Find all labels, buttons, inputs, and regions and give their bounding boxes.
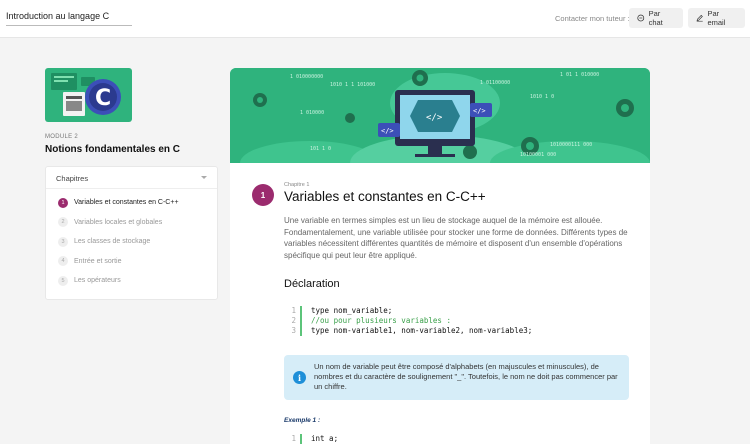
chevron-down-icon[interactable] <box>201 176 207 179</box>
chapter-item-5[interactable]: 5 Les opérateurs <box>46 271 217 291</box>
binary-text: 101 1 0 <box>310 146 331 152</box>
code-block: 1 int a; <box>284 434 338 444</box>
chapter-number: 4 <box>58 256 68 267</box>
code-line: 3 type nom-variable1, nom-variable2, nom… <box>284 326 532 336</box>
intro-paragraph: Une variable en termes simples est un li… <box>284 216 628 261</box>
chapter-item-3[interactable]: 3 Les classes de stockage <box>46 232 217 252</box>
binary-text: 1010 1 0 <box>530 94 554 100</box>
contact-tutor-label: Contacter mon tuteur : <box>555 14 630 23</box>
pencil-icon <box>696 14 703 22</box>
binary-text: 1010 1 1 101000 <box>330 82 375 88</box>
chapter-number: 2 <box>58 217 68 228</box>
code-line: 1 type nom_variable; <box>284 306 532 316</box>
course-title[interactable]: Introduction au langage C <box>6 11 132 26</box>
chapter-label: Les classes de stockage <box>74 238 151 246</box>
chat-icon <box>637 14 645 22</box>
chapters-dropdown[interactable]: Chapitres <box>46 167 217 189</box>
email-button[interactable]: Par email <box>688 8 745 28</box>
line-number: 1 <box>291 434 296 443</box>
code-line: 2 //ou pour plusieurs variables : <box>284 316 532 326</box>
code-block: 1 type nom_variable; 2 //ou pour plusieu… <box>284 306 532 336</box>
info-icon: i <box>293 371 306 384</box>
binary-text: 1 01 1 010000 <box>560 72 599 78</box>
code-text: int a; <box>311 434 339 443</box>
binary-text: 1 01100000 <box>480 80 510 86</box>
binary-text: 1 010000000 <box>290 74 323 80</box>
chapter-item-4[interactable]: 4 Entrée et sortie <box>46 252 217 272</box>
chapter-number: 1 <box>58 197 68 208</box>
chapter-label: Entrée et sortie <box>74 257 122 265</box>
line-number: 3 <box>291 326 296 335</box>
chapter-number: 5 <box>58 275 68 286</box>
chapter-number: 3 <box>58 236 68 247</box>
info-box: i Un nom de variable peut être composé d… <box>284 355 629 400</box>
svg-text:</>: </> <box>426 113 443 123</box>
chapter-banner: </> </> </> 1 010000000 1010 1 1 101000 … <box>230 68 650 191</box>
chat-button-label: Par chat <box>648 9 663 27</box>
svg-text:</>: </> <box>473 107 486 115</box>
module-label: MODULE 2 <box>45 134 79 140</box>
binary-text: 1010000111 000 <box>550 142 592 148</box>
line-number: 1 <box>291 306 296 315</box>
binary-text: 10100001 000 <box>520 152 556 158</box>
chapter-label: Variables locales et globales <box>74 218 163 226</box>
chapters-panel: Chapitres 1 Variables et constantes en C… <box>45 166 218 300</box>
chapter-label: Variables et constantes en C-C++ <box>74 199 179 207</box>
example-label: Exemple 1 : <box>284 417 321 424</box>
module-illustration: C <box>45 68 132 122</box>
chapter-title: Variables et constantes en C-C++ <box>284 189 486 204</box>
info-text: Un nom de variable peut être composé d'a… <box>314 362 618 391</box>
code-text: type nom_variable; <box>311 306 393 315</box>
module-title: Notions fondamentales en C <box>45 144 181 155</box>
line-number: 2 <box>291 316 296 325</box>
chapter-item-1[interactable]: 1 Variables et constantes en C-C++ <box>46 193 217 213</box>
chat-button[interactable]: Par chat <box>629 8 683 28</box>
binary-text: 1 010000 <box>300 110 324 116</box>
svg-text:</>: </> <box>381 127 394 135</box>
code-text: type nom-variable1, nom-variable2, nom-v… <box>311 326 533 335</box>
section-title: Déclaration <box>284 278 340 290</box>
code-comment: //ou pour plusieurs variables : <box>311 316 451 325</box>
top-bar: Introduction au langage C Contacter mon … <box>0 0 750 38</box>
svg-text:C: C <box>95 86 111 111</box>
chapters-heading: Chapitres <box>56 174 89 183</box>
chapter-label: Les opérateurs <box>74 277 121 285</box>
code-line: 1 int a; <box>284 434 338 444</box>
chapter-label: Chapitre 1 <box>284 182 310 188</box>
chapter-number-badge: 1 <box>252 184 274 206</box>
email-button-label: Par email <box>707 9 726 27</box>
chapter-item-2[interactable]: 2 Variables locales et globales <box>46 213 217 233</box>
